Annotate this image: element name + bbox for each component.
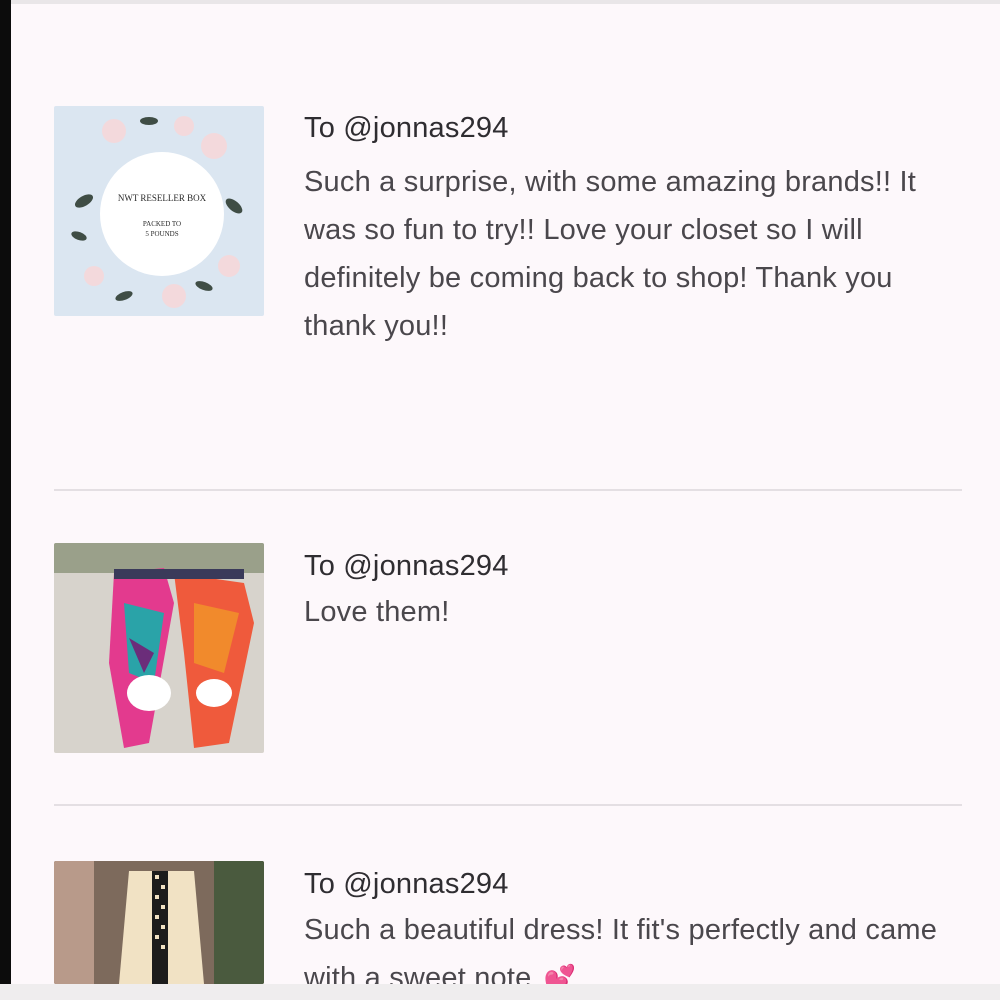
review-recipient[interactable]: To @jonnas294 — [304, 868, 964, 900]
leggings-thumbnail[interactable] — [54, 543, 264, 753]
colorful-leggings-image — [54, 543, 264, 753]
floral-wreath-image: NWT RESELLER BOX PACKED TO 5 POUNDS — [54, 106, 264, 316]
review-message: Love them! — [304, 596, 450, 628]
review-body: To @jonnas294 Such a surprise, with some… — [304, 112, 964, 350]
review-recipient[interactable]: To @jonnas294 — [304, 550, 964, 582]
review-body: To @jonnas294 Love them! — [304, 550, 964, 636]
review-divider — [54, 489, 962, 491]
bottom-edge — [0, 984, 1000, 1000]
review-divider — [54, 804, 962, 806]
review-body: To @jonnas294 Such a beautiful dress! It… — [304, 868, 964, 1000]
left-edge — [0, 0, 11, 1000]
box-label-line3: 5 POUNDS — [145, 230, 178, 238]
dress-thumbnail[interactable] — [54, 861, 264, 984]
review-message: Such a surprise, with some amazing brand… — [304, 166, 917, 342]
dress-image — [54, 861, 264, 984]
box-label-line1: NWT RESELLER BOX — [118, 193, 207, 203]
reseller-box-thumbnail[interactable]: NWT RESELLER BOX PACKED TO 5 POUNDS — [54, 106, 264, 316]
review-message: Such a beautiful dress! It fit's perfect… — [304, 914, 938, 994]
reviews-page: NWT RESELLER BOX PACKED TO 5 POUNDS To @… — [0, 0, 1000, 1000]
box-label-line2: PACKED TO — [143, 220, 181, 228]
review-recipient[interactable]: To @jonnas294 — [304, 112, 964, 144]
top-edge — [0, 0, 1000, 4]
